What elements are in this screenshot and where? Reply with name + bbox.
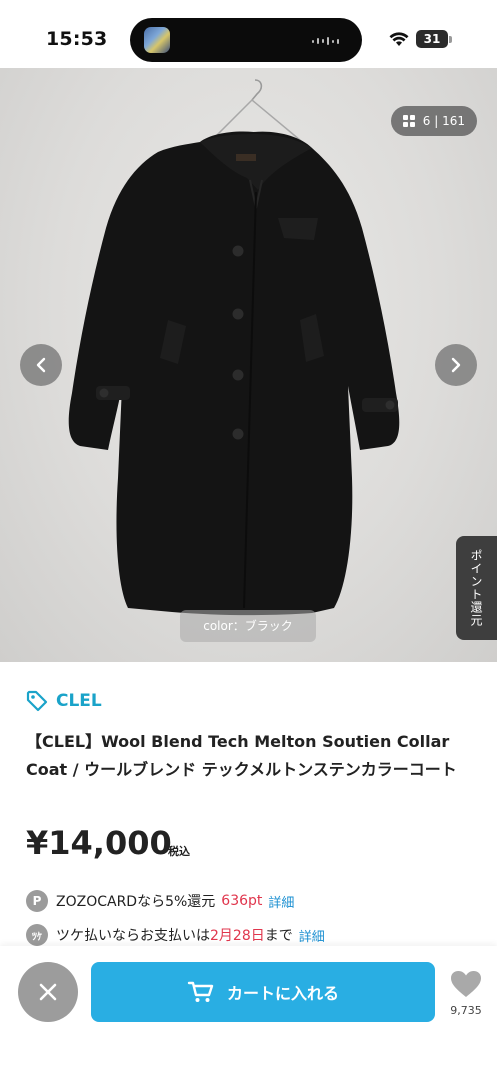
add-to-cart-label: カートに入れる — [226, 984, 339, 1003]
cart-icon — [187, 981, 214, 1002]
product-title: 【CLEL】Wool Blend Tech Melton Soutien Col… — [26, 732, 457, 779]
zozocard-text: ZOZOCARDなら5%還元 — [56, 894, 216, 910]
favorite-button[interactable]: 9,735 — [446, 970, 486, 1017]
tax-included-label: 税込 — [168, 845, 190, 858]
battery-tip — [449, 36, 452, 43]
tsuke-text-after: まで — [264, 928, 293, 944]
status-bar: 15:53 31 — [0, 0, 497, 68]
tsuke-payment-row: ﾂｹ ツケ払いならお支払いは 2月28日 まで 詳細 — [26, 924, 325, 946]
battery-icon: 31 — [416, 30, 448, 48]
chevron-right-icon — [451, 357, 461, 373]
tsuke-detail-link[interactable]: 詳細 — [299, 926, 325, 945]
brand-name: CLEL — [56, 691, 102, 711]
tsuke-text: ツケ払いならお支払いは — [56, 928, 210, 944]
tag-icon — [26, 690, 48, 712]
dynamic-island — [130, 18, 362, 62]
wifi-icon — [389, 32, 409, 46]
image-counter-text: 6 | 161 — [422, 114, 465, 128]
now-playing-artwork — [144, 27, 170, 53]
audio-wave-icon — [312, 37, 340, 45]
chevron-left-icon — [36, 357, 46, 373]
zozocard-points: 636pt — [221, 893, 263, 909]
color-label: color：ブラック — [180, 610, 316, 642]
next-image-button[interactable] — [435, 344, 477, 386]
brand-link[interactable]: CLEL — [26, 690, 102, 712]
previous-image-button[interactable] — [20, 344, 62, 386]
product-image-gallery[interactable]: 6 | 161 color：ブラック — [0, 68, 497, 662]
product-price: ¥14,000 — [26, 824, 172, 862]
heart-icon — [451, 971, 481, 997]
product-photo-coat — [68, 79, 400, 616]
tsuke-date: 2月28日 — [210, 928, 265, 944]
points-p-icon: P — [26, 890, 48, 912]
close-icon — [39, 983, 57, 1001]
image-counter-button[interactable]: 6 | 161 — [390, 106, 477, 136]
status-time: 15:53 — [46, 28, 108, 50]
zozocard-points-row: P ZOZOCARDなら5%還元 636pt 詳細 — [26, 890, 294, 912]
zozocard-detail-link[interactable]: 詳細 — [268, 892, 294, 911]
points-return-tab[interactable]: ポイント還元 — [456, 536, 497, 640]
close-button[interactable] — [18, 962, 78, 1022]
bottom-action-bar: カートに入れる 9,735 — [0, 946, 497, 1080]
add-to-cart-button[interactable]: カートに入れる — [91, 962, 435, 1022]
tsuke-icon: ﾂｹ — [26, 924, 48, 946]
favorite-count: 9,735 — [450, 1004, 482, 1017]
grid-icon — [402, 115, 415, 127]
